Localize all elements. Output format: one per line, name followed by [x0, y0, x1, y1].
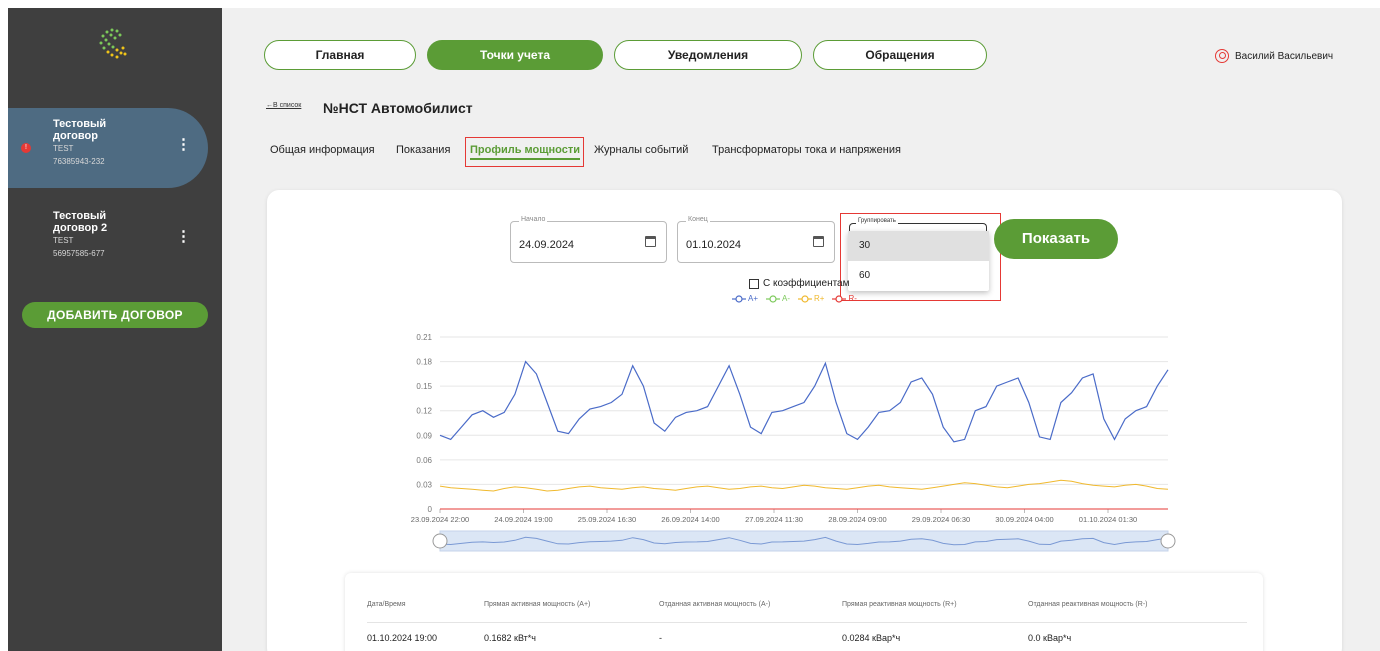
y-tick-label: 0.21 — [416, 333, 432, 342]
contract-number: 76385943-232 — [53, 157, 105, 166]
legend-item-a-plus[interactable]: A+ — [732, 294, 758, 303]
legend-label: A+ — [748, 294, 759, 303]
table-cell-r-minus: 0.0 кВар*ч — [1028, 633, 1072, 643]
end-date-label: Конец — [686, 216, 710, 223]
start-date-value: 24.09.2024 — [519, 239, 575, 251]
end-date-field[interactable]: Конец 01.10.2024 — [677, 216, 835, 263]
contract-number: 56957585-677 — [53, 249, 105, 258]
user-name: Василий Васильевич — [1235, 50, 1334, 62]
table-header-a-plus: Прямая активная мощность (A+) — [484, 601, 591, 608]
y-tick-label: 0.18 — [416, 358, 432, 367]
x-tick-label: 27.09.2024 11:30 — [745, 515, 803, 524]
back-to-list-link[interactable]: ←В список — [266, 102, 301, 109]
y-tick-label: 0 — [428, 505, 433, 514]
alert-badge: ! — [21, 143, 31, 153]
contract-name: Тестовый договор — [53, 118, 107, 142]
table-header-r-minus: Отданная реактивная мощность (R-) — [1028, 601, 1148, 608]
legend-marker-icon — [732, 294, 746, 303]
y-tick-label: 0.03 — [416, 480, 432, 489]
y-tick-label: 0.09 — [416, 431, 432, 440]
legend-marker-icon — [832, 294, 847, 303]
zoom-handle-left-icon — [432, 533, 448, 549]
page-title: №НСТ Автомобилист — [323, 100, 473, 116]
x-tick-label: 26.09.2024 14:00 — [661, 515, 719, 524]
y-tick-label: 0.06 — [416, 456, 432, 465]
legend-item-r-plus[interactable]: R+ — [798, 294, 824, 303]
start-date-field[interactable]: Начало 24.09.2024 — [510, 216, 667, 263]
tab-transformers[interactable]: Трансформаторы тока и напряжения — [712, 144, 901, 156]
table-cell-r-plus: 0.0284 кВар*ч — [842, 633, 901, 643]
contract-name: Тестовый договор 2 — [53, 210, 108, 234]
y-tick-label: 0.15 — [416, 382, 432, 391]
x-tick-label: 29.09.2024 06:30 — [912, 515, 970, 524]
table-cell-a-plus: 0.1682 кВт*ч — [484, 633, 536, 643]
x-tick-label: 25.09.2024 16:30 — [578, 515, 636, 524]
y-tick-label: 0.12 — [416, 407, 432, 416]
contract-code: TEST — [53, 236, 74, 245]
user-icon — [1215, 49, 1229, 63]
kebab-menu-icon[interactable]: ⋮ — [176, 137, 191, 152]
legend-item-r-minus[interactable]: R- — [832, 294, 857, 303]
x-tick-label: 28.09.2024 09:00 — [828, 515, 886, 524]
legend-marker-icon — [798, 294, 813, 303]
legend-label: R- — [848, 294, 857, 303]
coefficient-checkbox[interactable]: С коэффициентам — [749, 278, 850, 289]
tab-readings[interactable]: Показания — [396, 144, 450, 156]
table-divider — [367, 622, 1247, 623]
legend-marker-icon — [766, 294, 781, 303]
contract-item-2[interactable]: Тестовый договор 2 TEST 56957585-677 ⋮ — [8, 200, 208, 280]
zoom-handle-right-icon — [1160, 533, 1176, 549]
calendar-icon[interactable] — [813, 236, 824, 247]
table-header-a-minus: Отданная активная мощность (A-) — [659, 601, 771, 608]
x-tick-label: 01.10.2024 01:30 — [1079, 515, 1137, 524]
show-button[interactable]: Показать — [994, 219, 1118, 259]
series-r-plus-line — [439, 479, 1169, 492]
tab-general-info[interactable]: Общая информация — [270, 144, 375, 156]
user-menu[interactable]: Василий Васильевич — [1215, 49, 1333, 63]
table-header-datetime: Дата/Время — [367, 601, 406, 608]
data-table — [345, 573, 1263, 651]
main-area: Главная Точки учета Уведомления Обращени… — [222, 8, 1380, 651]
contract-item-1[interactable]: ! Тестовый договор TEST 76385943-232 ⋮ — [8, 108, 208, 188]
calendar-icon[interactable] — [645, 236, 656, 247]
nav-notifications[interactable]: Уведомления — [614, 40, 802, 70]
legend-label: A- — [782, 294, 791, 303]
sidebar: ! Тестовый договор TEST 76385943-232 ⋮ Т… — [8, 8, 222, 651]
x-tick-label: 24.09.2024 19:00 — [494, 515, 552, 524]
table-cell-a-minus: - — [659, 633, 662, 643]
table-header-r-plus: Прямая реактивная мощность (R+) — [842, 601, 957, 608]
x-tick-label: 23.09.2024 22:00 — [411, 515, 469, 524]
power-profile-chart: 0 0.03 0.06 0.09 0.12 0.15 0.18 0.21 23.09.2024 … — [411, 333, 1176, 552]
legend-item-a-minus[interactable]: A- — [766, 294, 790, 303]
logo-icon — [99, 28, 127, 59]
nav-requests[interactable]: Обращения — [813, 40, 987, 70]
coefficient-label: С коэффициентам — [763, 278, 850, 289]
contract-code: TEST — [53, 144, 74, 153]
add-contract-button[interactable]: ДОБАВИТЬ ДОГОВОР — [22, 302, 208, 328]
end-date-value: 01.10.2024 — [686, 239, 742, 251]
start-date-label: Начало — [519, 216, 548, 223]
table-cell-datetime: 01.10.2024 19:00 — [367, 633, 438, 643]
tab-highlight-box — [465, 137, 584, 167]
chart-legend: A+ A- R+ R- — [732, 294, 857, 303]
nav-metering-points[interactable]: Точки учета — [427, 40, 603, 70]
series-a-plus-line — [439, 360, 1169, 443]
dropdown-highlight-box — [840, 213, 1001, 301]
checkbox-icon[interactable] — [749, 278, 759, 289]
nav-home[interactable]: Главная — [264, 40, 416, 70]
legend-label: R+ — [814, 294, 825, 303]
kebab-menu-icon[interactable]: ⋮ — [176, 229, 191, 244]
x-tick-label: 30.09.2024 04:00 — [995, 515, 1053, 524]
tab-event-logs[interactable]: Журналы событий — [594, 144, 688, 156]
